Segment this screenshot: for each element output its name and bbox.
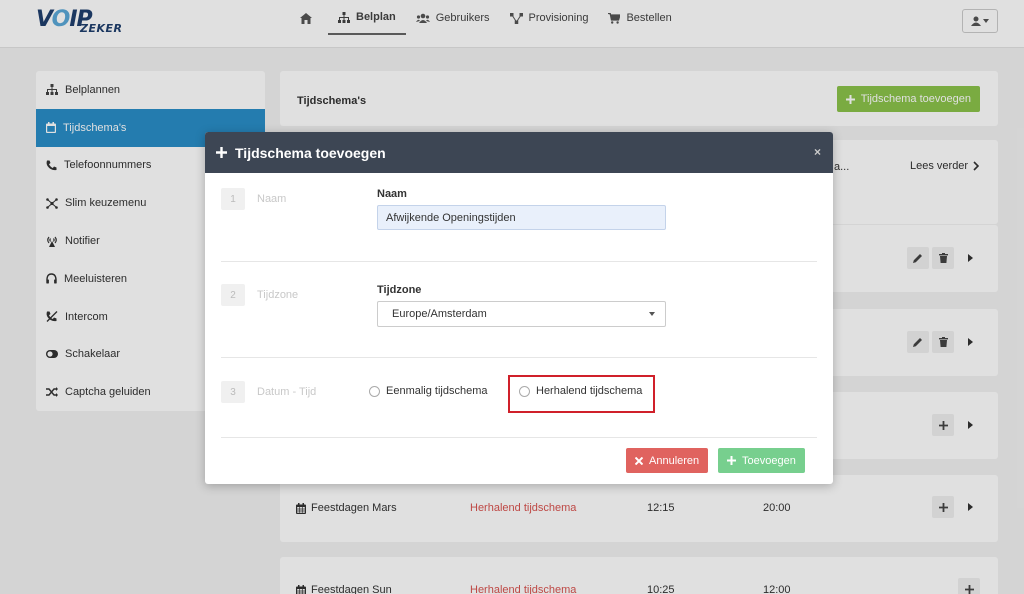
step-1: 1 Naam xyxy=(221,188,286,210)
step-number: 2 xyxy=(221,284,245,306)
timezone-field-label: Tijdzone xyxy=(377,284,422,296)
plus-icon xyxy=(216,147,227,158)
timezone-select[interactable]: Europe/Amsterdam xyxy=(377,301,666,327)
submit-button[interactable]: Toevoegen xyxy=(718,448,805,473)
close-icon[interactable]: × xyxy=(814,145,821,159)
modal-header: Tijdschema toevoegen × xyxy=(205,132,833,173)
radio-circle[interactable] xyxy=(369,385,380,397)
add-schedule-modal: Tijdschema toevoegen × 1 Naam Naam 2 Tij… xyxy=(205,132,833,484)
step-label: Naam xyxy=(257,193,287,205)
cancel-button[interactable]: Annuleren xyxy=(626,448,709,473)
timezone-value: Europe/Amsterdam xyxy=(392,308,487,320)
radio-repeat[interactable]: Herhalend tijdschema xyxy=(519,385,642,397)
radio-once-label: Eenmalig tijdschema xyxy=(386,385,488,397)
caret-down-icon xyxy=(649,312,655,316)
cancel-label: Annuleren xyxy=(649,454,700,467)
step-label: Tijdzone xyxy=(257,289,299,301)
radio-circle[interactable] xyxy=(519,385,530,397)
name-field-label: Naam xyxy=(377,188,407,200)
plus-icon xyxy=(727,456,736,465)
step-label: Datum - Tijd xyxy=(257,386,317,398)
submit-label: Toevoegen xyxy=(742,454,796,467)
step-number: 3 xyxy=(221,381,245,403)
radio-repeat-label: Herhalend tijdschema xyxy=(536,385,643,397)
divider xyxy=(221,261,817,262)
modal-title: Tijdschema toevoegen xyxy=(235,144,386,161)
divider xyxy=(221,437,817,438)
step-3: 3 Datum - Tijd xyxy=(221,381,316,403)
close-icon xyxy=(635,456,643,465)
divider xyxy=(221,357,817,358)
step-2: 2 Tijdzone xyxy=(221,284,298,306)
step-number: 1 xyxy=(221,188,245,210)
name-input[interactable] xyxy=(377,205,666,230)
radio-once[interactable]: Eenmalig tijdschema xyxy=(369,385,488,397)
